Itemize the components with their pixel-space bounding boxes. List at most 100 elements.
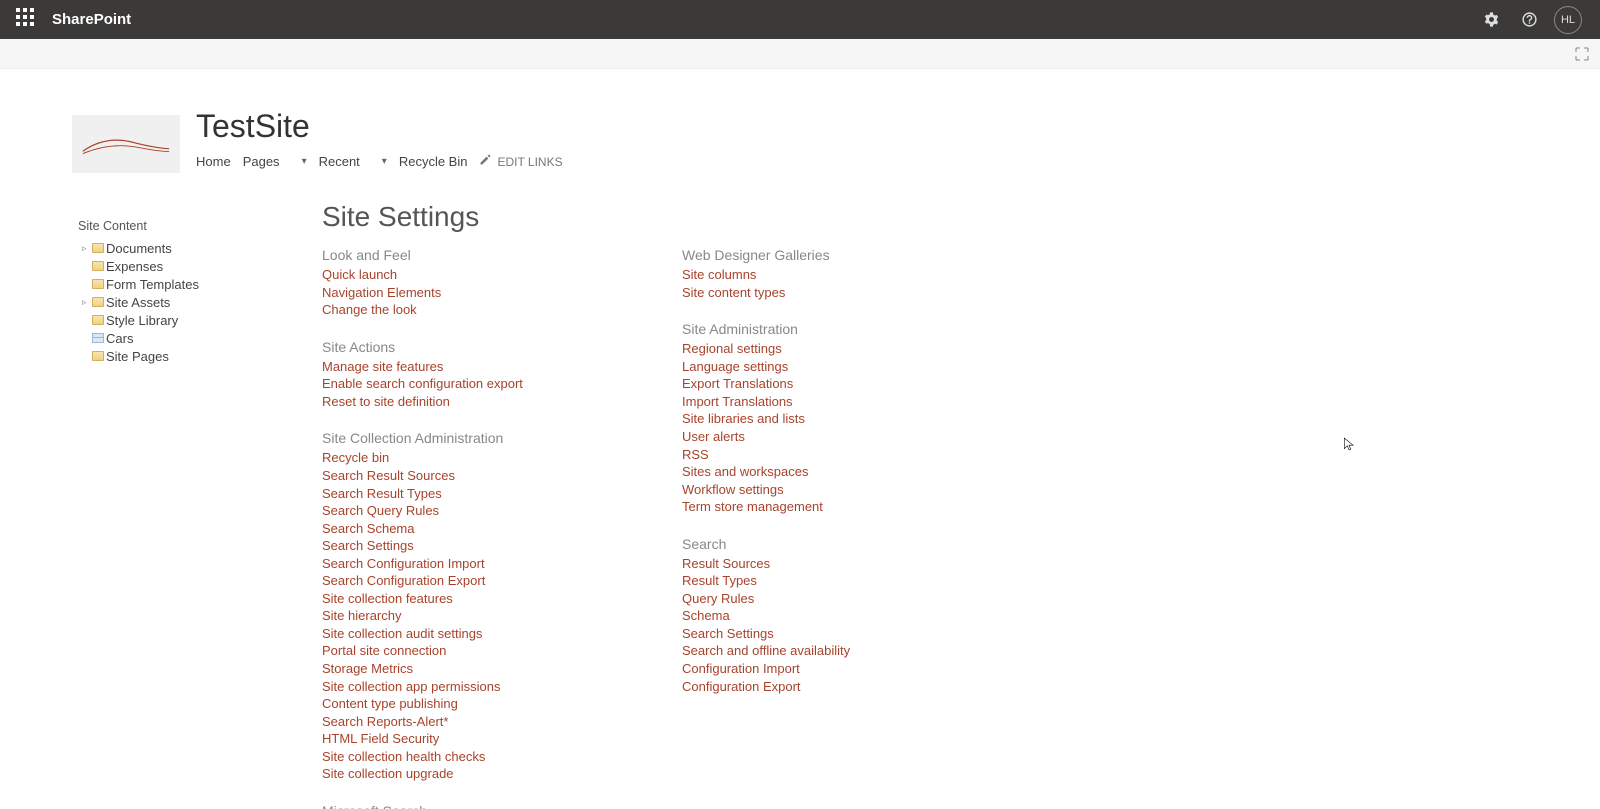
sidebar-item-label: Site Assets: [106, 295, 170, 310]
settings-link[interactable]: Content type publishing: [322, 695, 562, 713]
settings-link[interactable]: Result Types: [682, 572, 922, 590]
nav-pages[interactable]: Pages▾: [243, 150, 319, 173]
nav-home[interactable]: Home: [196, 150, 243, 173]
settings-section-web-designer-galleries: Web Designer Galleries Site columnsSite c…: [682, 247, 922, 301]
main-content: Site Settings Look and FeelQuick launchN…: [322, 201, 1600, 809]
site-title[interactable]: TestSite: [196, 109, 575, 144]
gear-icon[interactable]: [1472, 1, 1510, 39]
folder-icon: [92, 351, 104, 361]
brand-name[interactable]: SharePoint: [48, 11, 131, 28]
edit-links-label: EDIT LINKS: [497, 155, 562, 169]
user-avatar[interactable]: HL: [1554, 6, 1582, 34]
help-icon[interactable]: [1510, 1, 1548, 39]
sidebar-item-site-assets[interactable]: ▹ Site Assets: [72, 293, 322, 311]
settings-link[interactable]: Navigation Elements: [322, 284, 562, 302]
sidebar-item-expenses[interactable]: Expenses: [72, 257, 322, 275]
folder-icon: [92, 315, 104, 325]
settings-link[interactable]: Site collection audit settings: [322, 625, 562, 643]
settings-link[interactable]: Search and offline availability: [682, 642, 922, 660]
settings-section-look-and-feel: Look and Feel Quick launchNavigation Elem…: [322, 247, 562, 319]
settings-link[interactable]: Search Settings: [322, 537, 562, 555]
site-logo[interactable]: [72, 115, 180, 173]
edit-links-button[interactable]: EDIT LINKS: [479, 150, 574, 173]
body: Site Content ▹Documents ExpensesForm Temp…: [0, 183, 1600, 809]
settings-link[interactable]: Search Settings: [682, 625, 922, 643]
settings-link[interactable]: Export Translations: [682, 375, 922, 393]
settings-link[interactable]: Site content types: [682, 284, 922, 302]
settings-link[interactable]: Search Result Sources: [322, 467, 562, 485]
nav-recent-label: Recent: [319, 154, 360, 169]
settings-link[interactable]: Workflow settings: [682, 481, 922, 499]
sidebar-item-site-pages[interactable]: Site Pages: [72, 347, 322, 365]
chevron-down-icon: ▾: [382, 156, 387, 167]
settings-link[interactable]: Manage site features: [322, 358, 562, 376]
sidebar-item-label: Cars: [106, 331, 133, 346]
section-heading: Look and Feel: [322, 247, 562, 263]
sidebar-item-label: Site Pages: [106, 349, 169, 364]
nav-recent[interactable]: Recent ▾: [319, 150, 399, 173]
settings-section-search: SearchResult SourcesResult TypesQuery Ru…: [682, 536, 922, 695]
nav-home-label: Home: [196, 154, 231, 169]
folder-icon: [92, 297, 104, 307]
top-nav: Home Pages▾ Recent ▾ Recycle Bin EDIT LIN…: [196, 150, 575, 173]
settings-link[interactable]: Query Rules: [682, 590, 922, 608]
settings-column-right: Web Designer Galleries Site columnsSite c…: [682, 247, 922, 809]
settings-link[interactable]: RSS: [682, 446, 922, 464]
sidebar-tree: ▹Documents ExpensesForm Templates ▹ Site As…: [72, 239, 322, 365]
settings-link[interactable]: Change the look: [322, 301, 562, 319]
settings-link[interactable]: Storage Metrics: [322, 660, 562, 678]
settings-link[interactable]: Import Translations: [682, 393, 922, 411]
sidebar-item-form-templates[interactable]: Form Templates: [72, 275, 322, 293]
settings-link[interactable]: Configuration Export: [682, 678, 922, 696]
command-bar: [0, 39, 1600, 69]
settings-link[interactable]: Term store management: [682, 498, 922, 516]
folder-icon: [92, 261, 104, 271]
settings-link[interactable]: Site collection features: [322, 590, 562, 608]
settings-link[interactable]: Configuration Import: [682, 660, 922, 678]
settings-link[interactable]: Site collection app permissions: [322, 678, 562, 696]
settings-link[interactable]: Sites and workspaces: [682, 463, 922, 481]
list-icon: [92, 333, 104, 343]
settings-section-microsoft-search: Microsoft SearchConfigure search setting…: [322, 803, 562, 809]
settings-link[interactable]: Search Query Rules: [322, 502, 562, 520]
settings-link[interactable]: Site hierarchy: [322, 607, 562, 625]
site-header: TestSite Home Pages▾ Recent ▾ Recycle Bin…: [0, 69, 1600, 183]
settings-link[interactable]: Reset to site definition: [322, 393, 562, 411]
settings-link[interactable]: Site columns: [682, 266, 922, 284]
suite-bar: SharePoint HL: [0, 0, 1600, 39]
page-scroll[interactable]: TestSite Home Pages▾ Recent ▾ Recycle Bin…: [0, 69, 1600, 809]
settings-link[interactable]: Search Result Types: [322, 485, 562, 503]
app-launcher-icon[interactable]: [16, 8, 40, 32]
sidebar-item-label: Expenses: [106, 259, 163, 274]
sidebar-item-documents[interactable]: ▹Documents: [72, 239, 322, 257]
settings-link[interactable]: Search Schema: [322, 520, 562, 538]
settings-link[interactable]: Language settings: [682, 358, 922, 376]
focus-content-icon[interactable]: [1570, 43, 1594, 65]
settings-section-site-actions: Site ActionsManage site featuresEnable s…: [322, 339, 562, 411]
settings-link[interactable]: Portal site connection: [322, 642, 562, 660]
expand-icon[interactable]: ▹: [82, 243, 92, 254]
settings-link[interactable]: User alerts: [682, 428, 922, 446]
settings-link[interactable]: Search Reports-Alert*: [322, 713, 562, 731]
section-heading: Site Administration: [682, 321, 922, 337]
section-heading: Web Designer Galleries: [682, 247, 922, 263]
settings-link[interactable]: Result Sources: [682, 555, 922, 573]
settings-link[interactable]: Site collection health checks: [322, 748, 562, 766]
settings-link[interactable]: Search Configuration Export: [322, 572, 562, 590]
sidebar-root[interactable]: Site Content: [72, 217, 322, 235]
sidebar-item-style-library[interactable]: Style Library: [72, 311, 322, 329]
settings-link[interactable]: Regional settings: [682, 340, 922, 358]
settings-link[interactable]: Search Configuration Import: [322, 555, 562, 573]
settings-link[interactable]: Schema: [682, 607, 922, 625]
section-heading: Microsoft Search: [322, 803, 562, 809]
settings-link[interactable]: HTML Field Security: [322, 730, 562, 748]
settings-link[interactable]: Enable search configuration export: [322, 375, 562, 393]
nav-recycle-bin[interactable]: Recycle Bin: [399, 150, 480, 173]
settings-link[interactable]: Recycle bin: [322, 449, 562, 467]
expand-icon[interactable]: ▹: [82, 297, 92, 308]
nav-recycle-bin-label: Recycle Bin: [399, 154, 468, 169]
settings-link[interactable]: Site collection upgrade: [322, 765, 562, 783]
settings-link[interactable]: Site libraries and lists: [682, 410, 922, 428]
sidebar-item-cars[interactable]: Cars: [72, 329, 322, 347]
settings-link[interactable]: Quick launch: [322, 266, 562, 284]
